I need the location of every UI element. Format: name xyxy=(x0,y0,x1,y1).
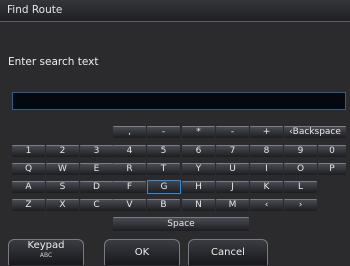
key-p[interactable]: P xyxy=(318,163,346,175)
key-q[interactable]: Q xyxy=(12,163,45,175)
key-m[interactable]: M xyxy=(216,199,249,211)
key-6[interactable]: 6 xyxy=(182,145,215,157)
keypad-softkey-label: Keypad xyxy=(27,240,65,251)
key-8[interactable]: 8 xyxy=(250,145,283,157)
key-hyphen[interactable]: - xyxy=(147,126,180,138)
key-comma[interactable]: , xyxy=(113,126,146,138)
key-plus[interactable]: + xyxy=(250,126,283,138)
key-e[interactable]: E xyxy=(80,163,113,175)
key-v[interactable]: V xyxy=(113,199,146,211)
key-7[interactable]: 7 xyxy=(216,145,249,157)
keypad-mode-label: ABC xyxy=(39,252,53,259)
cursor-right-key[interactable]: › xyxy=(284,199,317,211)
key-c[interactable]: C xyxy=(80,199,113,211)
key-2[interactable]: 2 xyxy=(46,145,79,157)
key-i[interactable]: I xyxy=(250,163,283,175)
ok-button[interactable]: OK xyxy=(104,239,180,265)
key-b[interactable]: B xyxy=(147,199,180,211)
key-9[interactable]: 9 xyxy=(284,145,317,157)
key-g[interactable]: G xyxy=(147,180,181,194)
space-key[interactable]: Space xyxy=(113,217,249,231)
key-n[interactable]: N xyxy=(182,199,215,211)
key-u[interactable]: U xyxy=(216,163,249,175)
key-o[interactable]: O xyxy=(284,163,317,175)
key-s[interactable]: S xyxy=(46,181,79,193)
key-d[interactable]: D xyxy=(80,181,113,193)
keypad-softkey[interactable]: Keypad ABC xyxy=(8,239,84,265)
search-prompt: Enter search text xyxy=(8,56,99,68)
key-5[interactable]: 5 xyxy=(147,145,180,157)
ok-button-label: OK xyxy=(134,247,150,258)
cursor-left-key[interactable]: ‹ xyxy=(250,199,283,211)
key-k[interactable]: K xyxy=(250,181,283,193)
cancel-button[interactable]: Cancel xyxy=(188,239,268,265)
key-w[interactable]: W xyxy=(46,163,79,175)
key-f[interactable]: F xyxy=(113,181,146,193)
key-minus[interactable]: - xyxy=(216,126,249,138)
key-0[interactable]: 0 xyxy=(318,145,346,157)
cancel-button-label: Cancel xyxy=(211,247,245,258)
title-bar: Find Route xyxy=(0,0,350,22)
key-r[interactable]: R xyxy=(113,163,146,175)
key-1[interactable]: 1 xyxy=(12,145,45,157)
key-x[interactable]: X xyxy=(46,199,79,211)
key-t[interactable]: T xyxy=(147,163,180,175)
key-z[interactable]: Z xyxy=(12,199,45,211)
window-title: Find Route xyxy=(7,4,63,16)
key-3[interactable]: 3 xyxy=(80,145,113,157)
key-asterisk[interactable]: * xyxy=(182,126,215,138)
backspace-key[interactable]: ‹Backspace xyxy=(284,126,346,138)
key-y[interactable]: Y xyxy=(182,163,215,175)
key-h[interactable]: H xyxy=(182,181,215,193)
key-4[interactable]: 4 xyxy=(113,145,146,157)
key-l[interactable]: L xyxy=(284,181,317,193)
key-j[interactable]: J xyxy=(216,181,249,193)
key-a[interactable]: A xyxy=(12,181,45,193)
search-input[interactable] xyxy=(12,92,346,110)
